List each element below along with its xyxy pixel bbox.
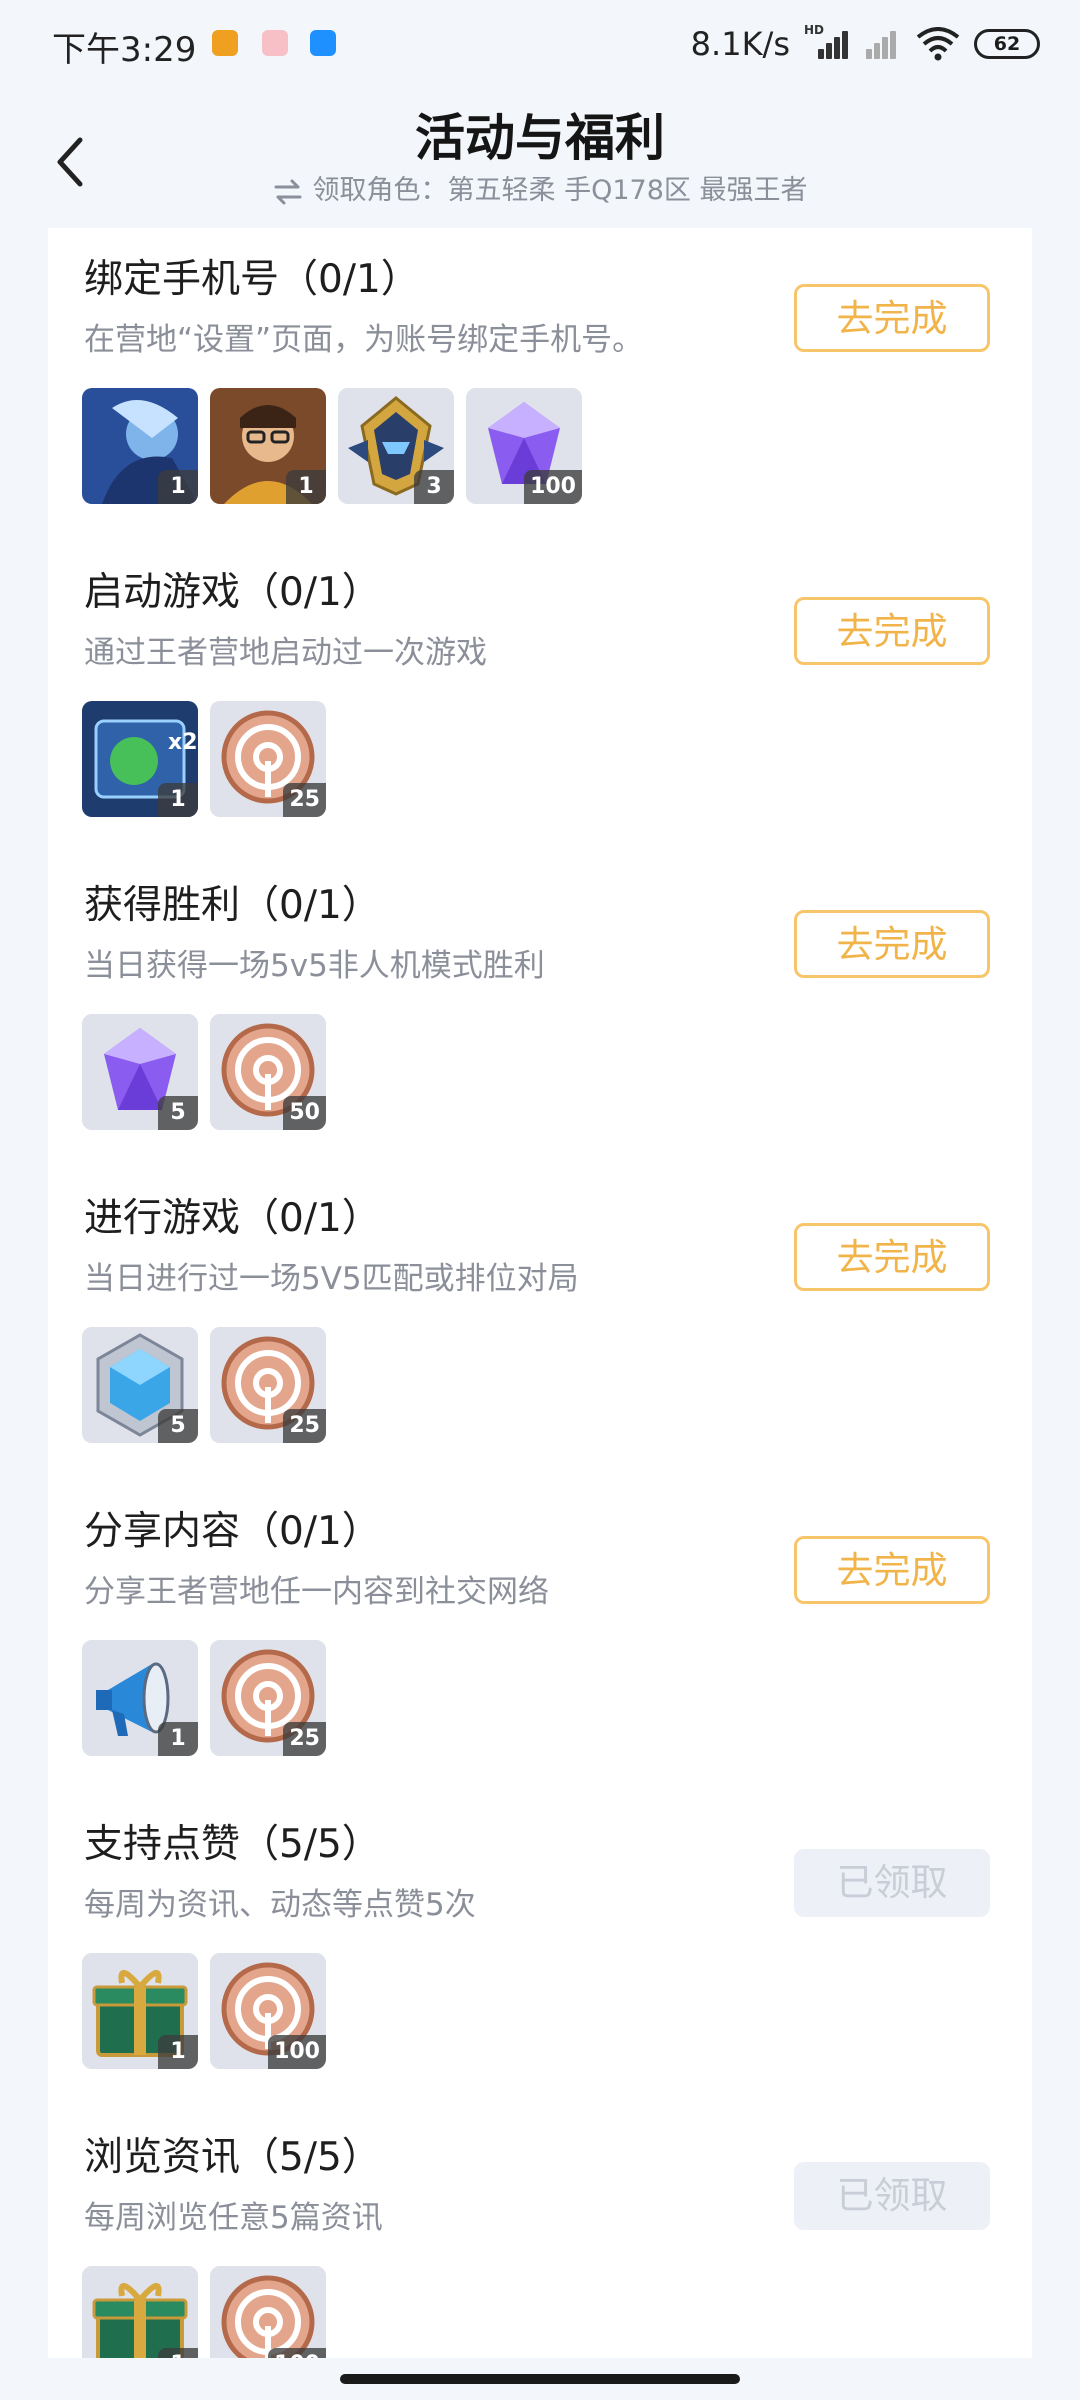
- svg-text:x2: x2: [168, 730, 198, 755]
- role-selector[interactable]: 领取角色：第五轻柔 手Q178区 最强王者: [0, 168, 1080, 207]
- task-row: 浏览资讯（5/5） 每周浏览任意5篇资讯 已领取 1 100: [48, 2106, 1032, 2358]
- reward-list: x2 1 25: [82, 701, 326, 817]
- reward-quantity: 1: [158, 2035, 198, 2069]
- reward-item[interactable]: 5: [82, 1327, 198, 1443]
- reward-quantity: 25: [283, 1722, 326, 1756]
- reward-quantity: 5: [158, 1409, 198, 1443]
- task-title: 分享内容（0/1）: [84, 1509, 381, 1554]
- role-label: 领取角色：第五轻柔 手Q178区 最强王者: [312, 175, 808, 206]
- reward-item[interactable]: 3: [338, 388, 454, 504]
- page-title: 活动与福利: [415, 109, 665, 167]
- reward-item[interactable]: 25: [210, 1327, 326, 1443]
- task-title: 绑定手机号（0/1）: [84, 257, 420, 302]
- reward-quantity: 1: [158, 2348, 198, 2358]
- go-complete-button[interactable]: 去完成: [794, 284, 990, 352]
- network-speed: 8.1K/s: [690, 25, 790, 63]
- reward-item[interactable]: 1: [82, 2266, 198, 2358]
- reward-quantity: 25: [283, 1409, 326, 1443]
- reward-list: 1 25: [82, 1640, 326, 1756]
- go-complete-button[interactable]: 去完成: [794, 910, 990, 978]
- go-complete-button[interactable]: 去完成: [794, 597, 990, 665]
- go-complete-button[interactable]: 去完成: [794, 1223, 990, 1291]
- task-title: 浏览资讯（5/5）: [84, 2135, 381, 2180]
- task-list: 绑定手机号（0/1） 在营地“设置”页面，为账号绑定手机号。 去完成 1 1 3…: [48, 228, 1032, 2358]
- page-header: 活动与福利 领取角色：第五轻柔 手Q178区 最强王者: [0, 92, 1080, 228]
- reward-quantity: 1: [286, 470, 326, 504]
- battery-icon: 62: [974, 29, 1040, 59]
- reward-quantity: 100: [524, 470, 582, 504]
- reward-item[interactable]: 25: [210, 701, 326, 817]
- task-row: 进行游戏（0/1） 当日进行过一场5V5匹配或排位对局 去完成 5 25: [48, 1167, 1032, 1480]
- reward-item[interactable]: 50: [210, 1014, 326, 1130]
- notification-icon-2: [262, 30, 288, 56]
- reward-item[interactable]: 5: [82, 1014, 198, 1130]
- reward-item[interactable]: 100: [210, 2266, 326, 2358]
- reward-quantity: 1: [158, 783, 198, 817]
- task-row: 获得胜利（0/1） 当日获得一场5v5非人机模式胜利 去完成 5 50: [48, 854, 1032, 1167]
- reward-item[interactable]: 100: [466, 388, 582, 504]
- signal-icon: HD: [804, 23, 848, 59]
- reward-list: 1 1 3 100: [82, 388, 582, 504]
- task-description: 当日获得一场5v5非人机模式胜利: [84, 948, 545, 984]
- task-description: 每周为资讯、动态等点赞5次: [84, 1887, 476, 1923]
- task-title: 获得胜利（0/1）: [84, 883, 381, 928]
- reward-quantity: 1: [158, 1722, 198, 1756]
- task-title: 启动游戏（0/1）: [84, 570, 381, 615]
- status-bar: 下午3:29 8.1K/s HD 62: [0, 0, 1080, 92]
- reward-item[interactable]: 1: [82, 1953, 198, 2069]
- activity-token-icon: [210, 2266, 326, 2358]
- reward-item[interactable]: 100: [210, 1953, 326, 2069]
- task-description: 每周浏览任意5篇资讯: [84, 2200, 383, 2236]
- claimed-button: 已领取: [794, 1849, 990, 1917]
- gift-box-icon: [82, 2266, 198, 2358]
- reward-quantity: 5: [158, 1096, 198, 1130]
- reward-item[interactable]: 1: [210, 388, 326, 504]
- home-indicator[interactable]: [340, 2374, 740, 2384]
- reward-item[interactable]: x2 1: [82, 701, 198, 817]
- task-row: 绑定手机号（0/1） 在营地“设置”页面，为账号绑定手机号。 去完成 1 1 3…: [48, 228, 1032, 541]
- reward-item[interactable]: 1: [82, 1640, 198, 1756]
- notification-icon-1: [212, 30, 238, 56]
- reward-item[interactable]: 25: [210, 1640, 326, 1756]
- task-description: 在营地“设置”页面，为账号绑定手机号。: [84, 322, 644, 358]
- reward-quantity: 100: [268, 2348, 326, 2358]
- reward-quantity: 50: [283, 1096, 326, 1130]
- go-complete-button[interactable]: 去完成: [794, 1536, 990, 1604]
- reward-quantity: 1: [158, 470, 198, 504]
- task-description: 通过王者营地启动过一次游戏: [84, 635, 487, 671]
- hd-label: HD: [804, 23, 825, 37]
- task-description: 当日进行过一场5V5匹配或排位对局: [84, 1261, 579, 1297]
- claimed-button: 已领取: [794, 2162, 990, 2230]
- status-time: 下午3:29: [52, 30, 197, 70]
- reward-quantity: 3: [414, 470, 454, 504]
- notification-icon-3: [310, 30, 336, 56]
- reward-quantity: 25: [283, 783, 326, 817]
- task-title: 进行游戏（0/1）: [84, 1196, 381, 1241]
- signal-2-icon: [860, 29, 902, 59]
- swap-icon: [274, 179, 302, 204]
- task-description: 分享王者营地任一内容到社交网络: [84, 1574, 549, 1610]
- task-row: 启动游戏（0/1） 通过王者营地启动过一次游戏 去完成 x2 1 25: [48, 541, 1032, 854]
- reward-item[interactable]: 1: [82, 388, 198, 504]
- task-row: 支持点赞（5/5） 每周为资讯、动态等点赞5次 已领取 1 100: [48, 1793, 1032, 2106]
- reward-list: 5 25: [82, 1327, 326, 1443]
- task-row: 分享内容（0/1） 分享王者营地任一内容到社交网络 去完成 1 25: [48, 1480, 1032, 1793]
- wifi-icon: [916, 27, 960, 61]
- reward-quantity: 100: [268, 2035, 326, 2069]
- reward-list: 1 100: [82, 1953, 326, 2069]
- reward-list: 5 50: [82, 1014, 326, 1130]
- reward-list: 1 100: [82, 2266, 326, 2358]
- task-title: 支持点赞（5/5）: [84, 1822, 381, 1867]
